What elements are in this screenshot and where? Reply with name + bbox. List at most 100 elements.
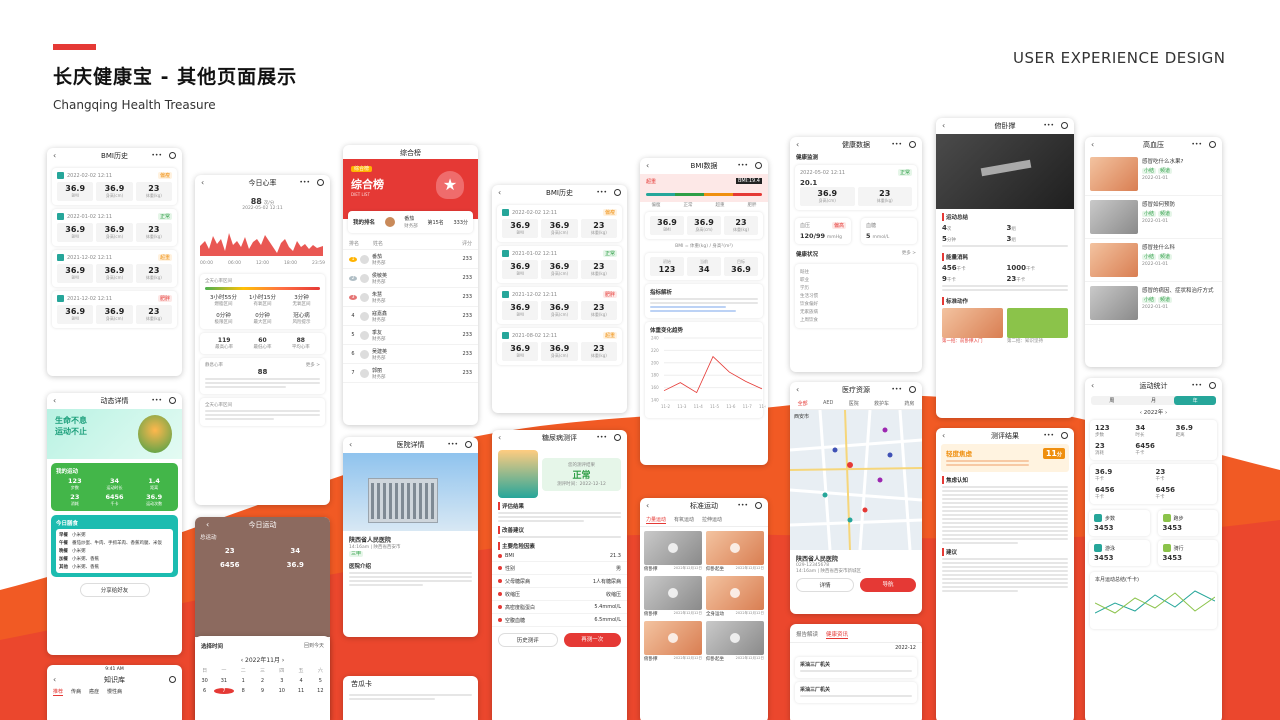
calendar-day[interactable]: 9 bbox=[253, 688, 272, 694]
back-icon[interactable]: ‹ bbox=[942, 431, 945, 440]
sport-item[interactable]: 俯卧撑 2022年12月12日 bbox=[644, 531, 702, 572]
rank-row[interactable]: 1 番茄 财务部 233 bbox=[343, 250, 478, 269]
period-tab[interactable]: 年 bbox=[1174, 396, 1217, 405]
period-tab[interactable]: 周 bbox=[1091, 396, 1133, 405]
calendar-day[interactable]: 10 bbox=[272, 688, 291, 694]
bmi-record-card[interactable]: 2021-12-02 12:11 肥胖 36.9 BMI 36.9 身高(cm) 23 体重(… bbox=[497, 287, 622, 324]
close-icon[interactable] bbox=[169, 397, 176, 404]
close-icon[interactable] bbox=[169, 676, 176, 683]
pushup-video[interactable] bbox=[936, 134, 1074, 209]
article-item[interactable]: 感冒吃什么水果? 小结 频道 2022-01-01 bbox=[1085, 153, 1222, 196]
more-icon[interactable]: ••• bbox=[737, 502, 748, 509]
play-icon[interactable] bbox=[668, 633, 678, 643]
sport-type-card[interactable]: 步数 3453 bbox=[1089, 510, 1150, 536]
calendar-day[interactable]: 8 bbox=[234, 688, 253, 694]
bmi-record-card[interactable]: 2022-02-02 12:11 偏瘦 36.9 BMI 36.9 身高(cm) 23 体重(… bbox=[52, 168, 177, 205]
calendar-day[interactable]: 4 bbox=[291, 678, 310, 684]
step2-image[interactable] bbox=[1007, 308, 1068, 338]
sport-type-card[interactable]: 跑步 3453 bbox=[1157, 510, 1218, 536]
calendar-day[interactable]: 5 bbox=[311, 678, 330, 684]
share-button[interactable]: 分享给好友 bbox=[79, 583, 150, 597]
rank-row[interactable]: 4 寇嘉鑫 财务部 233 bbox=[343, 307, 478, 326]
calendar-day[interactable]: 11 bbox=[291, 688, 310, 694]
more-link[interactable]: 更多 > bbox=[306, 362, 320, 368]
sport-item[interactable]: 俯卧撑 2022年12月12日 bbox=[644, 621, 702, 662]
knowledge-tab[interactable]: 传病 bbox=[71, 688, 81, 696]
blood-pressure-card[interactable]: 血压 偏高 120/99 mmHg bbox=[795, 218, 851, 244]
close-icon[interactable] bbox=[317, 179, 324, 186]
bmi-record-card[interactable]: 2022-01-02 12:11 正常 36.9 BMI 36.9 身高(cm) 23 体重(… bbox=[52, 209, 177, 246]
sport-type-card[interactable]: 游泳 3453 bbox=[1089, 540, 1150, 566]
calendar-day[interactable]: 6 bbox=[195, 688, 214, 694]
map-view[interactable]: 西安市 bbox=[790, 410, 922, 550]
article-item[interactable]: 感冒挂什么科 小结 频道 2022-01-01 bbox=[1085, 239, 1222, 282]
calendar-day[interactable]: 30 bbox=[195, 678, 214, 684]
close-icon[interactable] bbox=[909, 386, 916, 393]
bmi-record-card[interactable]: 2021-12-02 12:11 肥胖 36.9 BMI 36.9 身高(cm) 23 体重(… bbox=[52, 291, 177, 328]
details-button[interactable]: 详情 bbox=[796, 578, 854, 592]
report-tab[interactable]: 健康资讯 bbox=[826, 630, 849, 639]
step1-image[interactable] bbox=[942, 308, 1003, 338]
back-icon[interactable]: ‹ bbox=[201, 178, 204, 187]
knowledge-tab[interactable]: 推荐 bbox=[53, 688, 64, 696]
close-icon[interactable] bbox=[755, 502, 762, 509]
resource-tab[interactable]: AED bbox=[823, 400, 833, 407]
next-month-icon[interactable]: › bbox=[280, 657, 284, 664]
play-icon[interactable] bbox=[730, 588, 740, 598]
close-icon[interactable] bbox=[614, 434, 621, 441]
more-icon[interactable]: ••• bbox=[596, 189, 607, 196]
knowledge-tab[interactable]: 慢性病 bbox=[107, 688, 122, 696]
calendar-day[interactable]: 3 bbox=[272, 678, 291, 684]
bmi-record-card[interactable]: 2021-01-02 12:11 正常 36.9 BMI 36.9 身高(cm) 23 体重(… bbox=[497, 246, 622, 283]
knowledge-tab[interactable]: 癌症 bbox=[89, 688, 99, 696]
play-icon[interactable] bbox=[730, 543, 740, 553]
calendar-day[interactable]: 1 bbox=[234, 678, 253, 684]
retest-button[interactable]: 再测一次 bbox=[563, 633, 621, 647]
back-icon[interactable]: ‹ bbox=[1091, 140, 1094, 149]
calendar-day[interactable]: 7 bbox=[214, 688, 234, 694]
close-icon[interactable] bbox=[1209, 141, 1216, 148]
back-icon[interactable]: ‹ bbox=[796, 140, 799, 149]
more-link[interactable]: 更多 > bbox=[902, 250, 916, 258]
sport-item[interactable]: 俯卧撑 2022年12月12日 bbox=[644, 576, 702, 617]
sport-type-card[interactable]: 骑行 3453 bbox=[1157, 540, 1218, 566]
article-item[interactable]: 感冒如何预防 小结 频道 2022-01-01 bbox=[1085, 196, 1222, 239]
rank-row[interactable]: 5 季友 财务部 233 bbox=[343, 326, 478, 345]
back-icon[interactable]: ‹ bbox=[646, 161, 649, 170]
report-tab[interactable]: 报告解读 bbox=[796, 630, 818, 639]
play-icon[interactable] bbox=[668, 588, 678, 598]
bmi-record-card[interactable]: 2022-02-02 12:11 偏瘦 36.9 BMI 36.9 身高(cm) 23 体重(… bbox=[497, 205, 622, 242]
back-icon[interactable]: ‹ bbox=[349, 440, 352, 449]
close-icon[interactable] bbox=[614, 189, 621, 196]
back-today-link[interactable]: 回到今天 bbox=[304, 642, 324, 650]
sport-tab[interactable]: 拉伸运动 bbox=[702, 516, 722, 524]
rank-row[interactable]: 7 郭丽 财务部 233 bbox=[343, 364, 478, 383]
resource-tab[interactable]: 医院 bbox=[849, 400, 859, 407]
close-icon[interactable] bbox=[909, 141, 916, 148]
blood-sugar-card[interactable]: 血糖 5 mmol/L bbox=[861, 218, 917, 244]
sport-tab[interactable]: 力量运动 bbox=[646, 516, 667, 524]
calendar-day[interactable]: 12 bbox=[311, 688, 330, 694]
more-icon[interactable]: ••• bbox=[737, 162, 748, 169]
resource-tab[interactable]: 救护车 bbox=[874, 400, 889, 407]
back-icon[interactable]: ‹ bbox=[53, 151, 56, 160]
calendar-day[interactable]: 2 bbox=[253, 678, 272, 684]
close-icon[interactable] bbox=[169, 152, 176, 159]
rank-row[interactable]: 2 侯敏英 财务部 233 bbox=[343, 269, 478, 288]
report-item[interactable]: 采油三厂机关 bbox=[795, 657, 917, 678]
close-icon[interactable] bbox=[1209, 382, 1216, 389]
more-icon[interactable]: ••• bbox=[891, 386, 902, 393]
back-icon[interactable]: ‹ bbox=[498, 188, 501, 197]
more-icon[interactable]: ••• bbox=[1191, 382, 1202, 389]
more-icon[interactable]: ••• bbox=[151, 152, 162, 159]
more-icon[interactable]: ••• bbox=[447, 441, 458, 448]
more-icon[interactable]: ••• bbox=[891, 141, 902, 148]
rank-row[interactable]: 6 吴建英 财务部 233 bbox=[343, 345, 478, 364]
close-icon[interactable] bbox=[1061, 122, 1068, 129]
sport-item[interactable]: 仰卧起坐 2022年12月12日 bbox=[706, 621, 764, 662]
period-tab[interactable]: 月 bbox=[1133, 396, 1175, 405]
next-year-icon[interactable]: › bbox=[1163, 410, 1167, 416]
resource-tab[interactable]: 药房 bbox=[904, 400, 914, 407]
more-icon[interactable]: ••• bbox=[299, 179, 310, 186]
sport-tab[interactable]: 有氧运动 bbox=[674, 516, 694, 524]
